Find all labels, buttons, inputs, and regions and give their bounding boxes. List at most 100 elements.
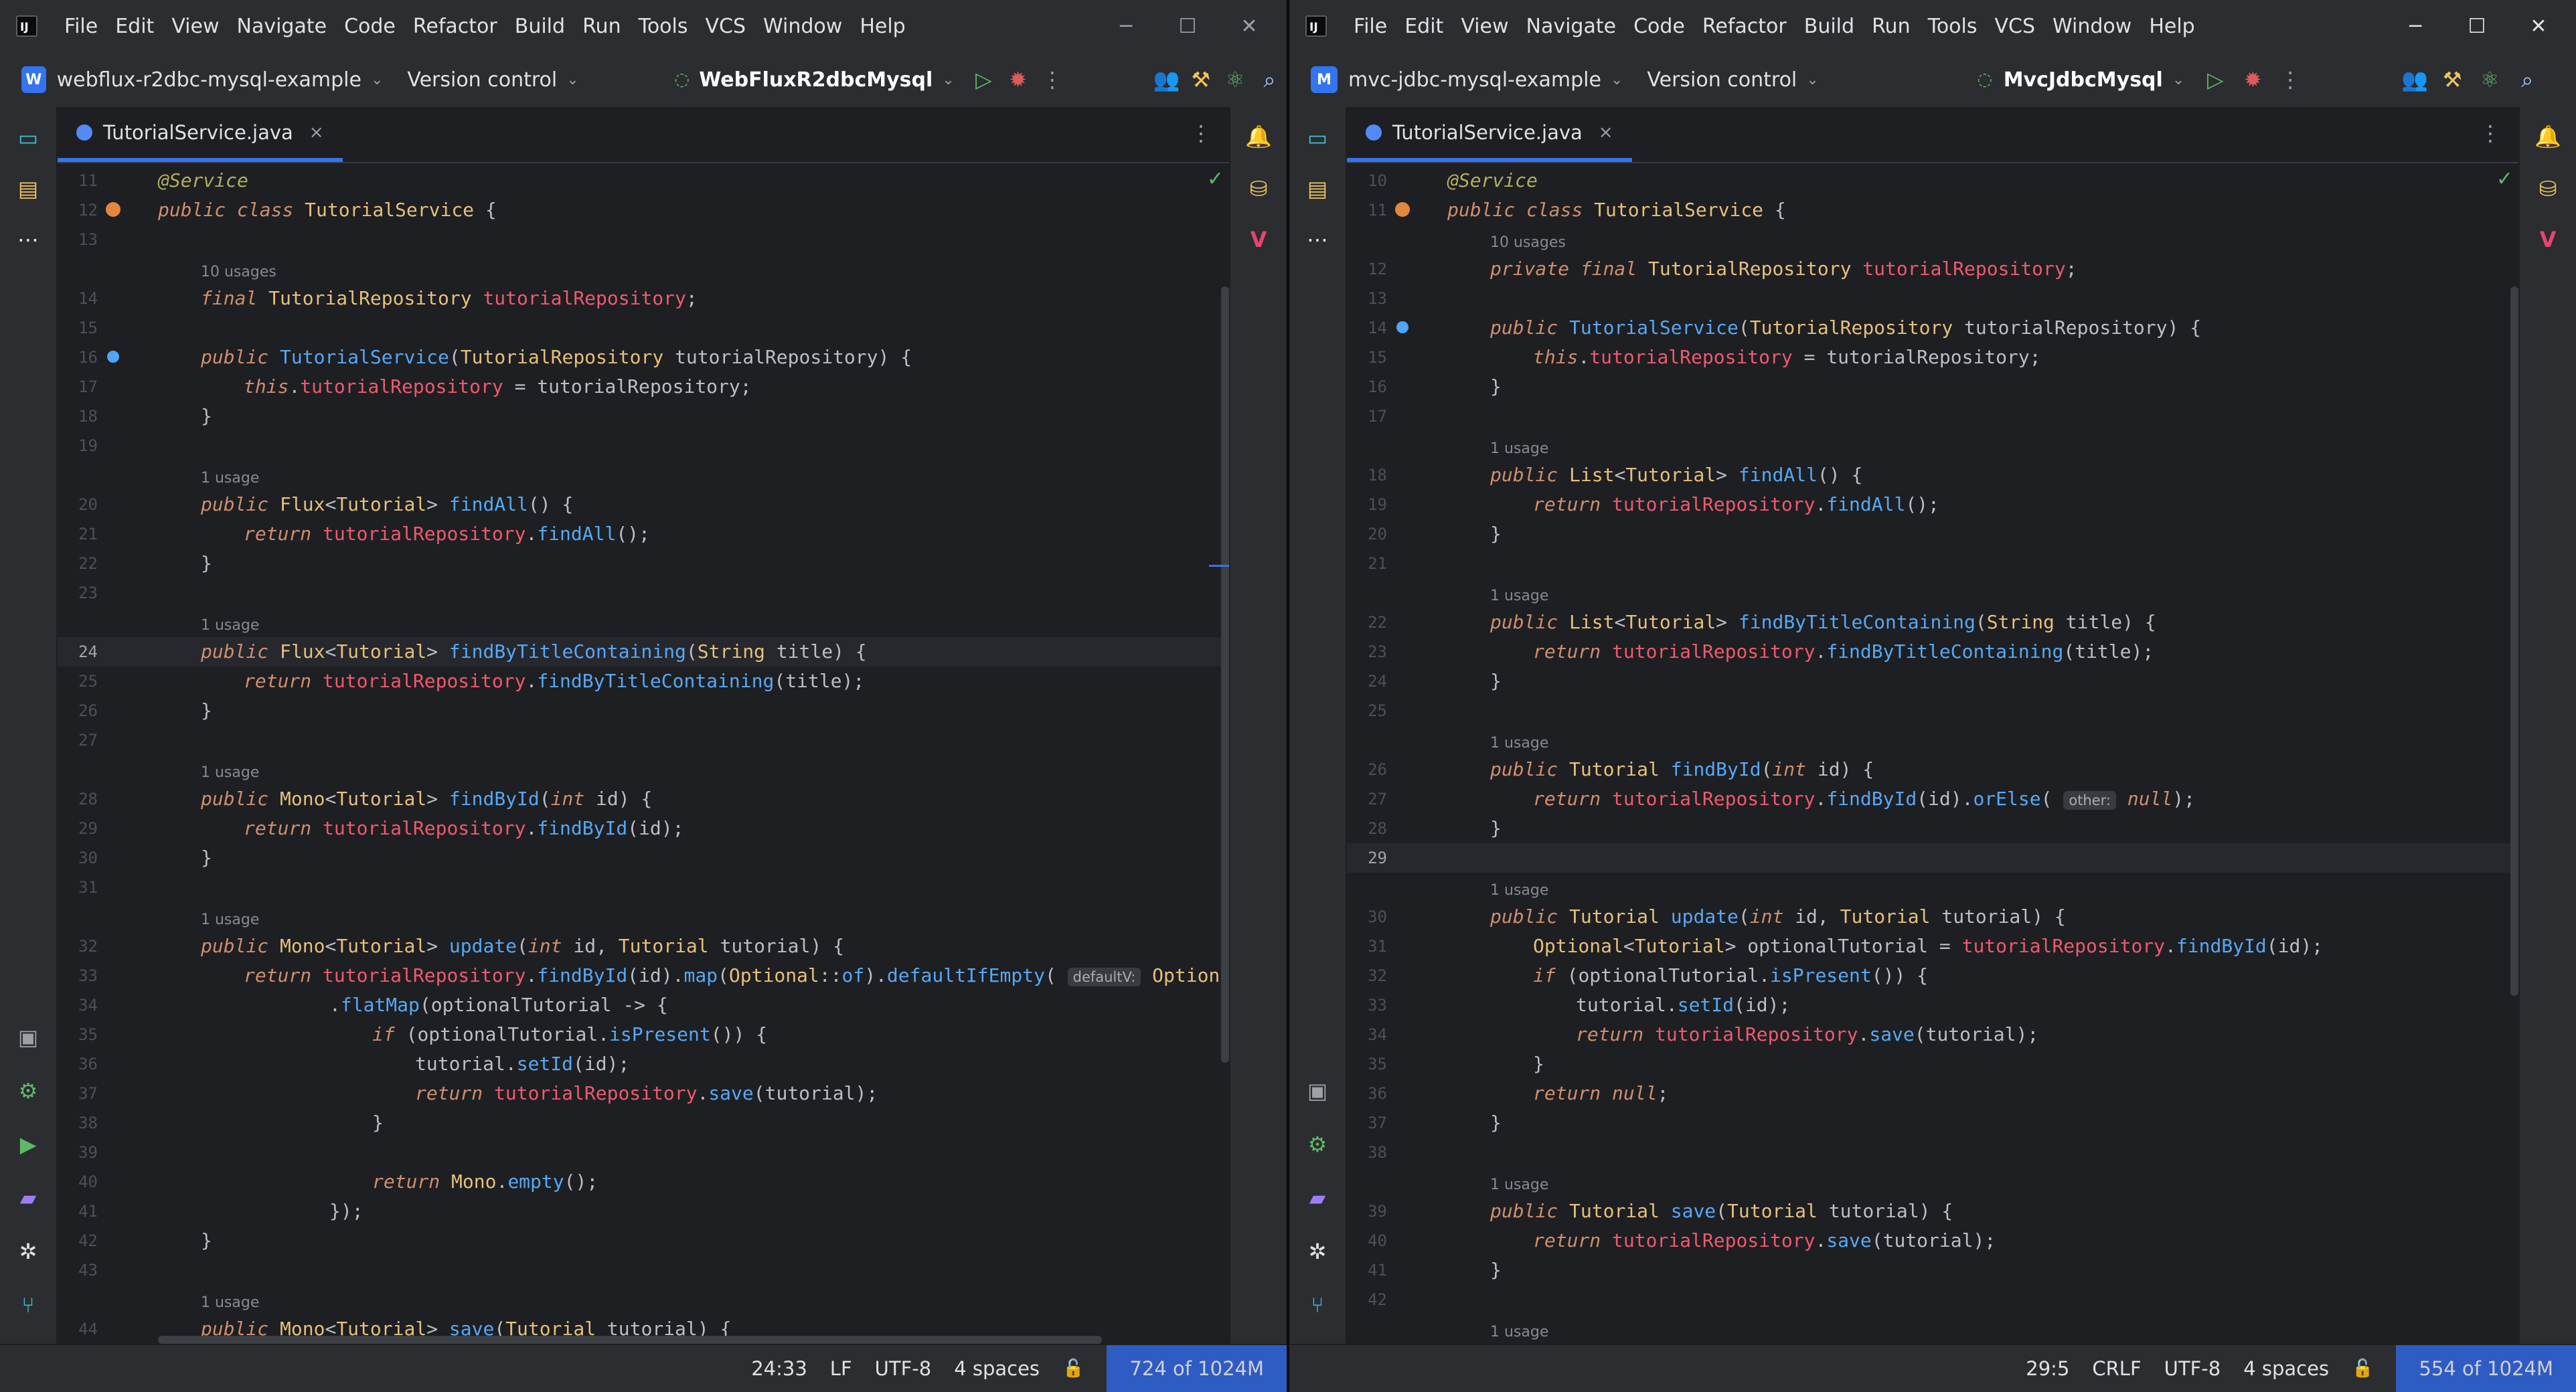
code-line[interactable]: 16 public TutorialService(TutorialReposit… xyxy=(58,343,1229,372)
run-icon[interactable]: ▷ xyxy=(2196,61,2234,98)
terminal-icon[interactable]: ▰ xyxy=(13,1183,43,1213)
code-line[interactable]: 39 public Tutorial save(Tutorial tutorial… xyxy=(1347,1197,2518,1226)
problems-icon[interactable]: ✲ xyxy=(1303,1237,1332,1266)
project-icon[interactable]: ▭ xyxy=(13,123,43,153)
usages-hint-text[interactable]: 1 usage xyxy=(1490,1324,1548,1340)
vue-icon[interactable]: V xyxy=(1244,225,1273,254)
caret-position[interactable]: 24:33 xyxy=(751,1357,807,1380)
tab-tutorialservice[interactable]: TutorialService.java × xyxy=(58,107,343,162)
menu-navigate[interactable]: Navigate xyxy=(1526,15,1617,38)
code-line[interactable]: 32 public Mono<Tutorial> update(int id, T… xyxy=(58,932,1229,961)
usages-hint-text[interactable]: 1 usage xyxy=(201,764,259,781)
lock-icon[interactable]: 🔓 xyxy=(2352,1359,2373,1379)
build-icon[interactable]: ⚒ xyxy=(1184,61,1218,98)
collab-icon[interactable]: 👥 xyxy=(1149,61,1184,98)
usages-hint[interactable]: 10 usages xyxy=(1347,230,2518,253)
usages-hint-text[interactable]: 1 usage xyxy=(201,911,259,928)
code-line[interactable]: 34 .flatMap(optionalTutorial -> { xyxy=(58,990,1229,1020)
version-control-menu[interactable]: Version control xyxy=(407,68,557,92)
close-icon[interactable]: × xyxy=(309,122,324,143)
chevron-down-icon[interactable]: ⌄ xyxy=(2172,72,2184,88)
menu-refactor[interactable]: Refactor xyxy=(413,15,497,38)
maximize-icon[interactable]: ☐ xyxy=(2446,15,2508,38)
vcs-commit-icon[interactable]: ◌ xyxy=(1966,61,2004,98)
minimize-icon[interactable]: ─ xyxy=(2385,15,2446,38)
intellij-logo-icon[interactable]: IJ xyxy=(16,15,37,37)
code-line[interactable]: 21 return tutorialRepository.findAll(); xyxy=(58,519,1229,549)
code-line[interactable]: 27 xyxy=(58,725,1229,755)
usages-hint-text[interactable]: 1 usage xyxy=(1490,735,1548,752)
code-line[interactable]: 11 public class TutorialService { xyxy=(1347,195,2518,225)
code-line[interactable]: 26} xyxy=(58,696,1229,725)
more-icon[interactable]: ⋮ xyxy=(2480,120,2501,146)
menu-run[interactable]: Run xyxy=(582,15,621,38)
menu-help[interactable]: Help xyxy=(860,15,905,38)
code-line[interactable]: 28 public Mono<Tutorial> findById(int id)… xyxy=(58,784,1229,814)
code-line[interactable]: 28} xyxy=(1347,814,2518,843)
ai-icon[interactable]: ⚛ xyxy=(2471,61,2508,98)
chevron-down-icon[interactable]: ⌄ xyxy=(1806,72,1818,88)
code-line[interactable]: 38} xyxy=(58,1108,1229,1138)
indent-setting[interactable]: 4 spaces xyxy=(2243,1357,2329,1380)
vertical-scrollbar[interactable] xyxy=(1221,286,1229,1063)
code-line[interactable]: 40 return tutorialRepository.save(tutoria… xyxy=(1347,1226,2518,1255)
project-badge[interactable]: W xyxy=(21,66,46,93)
spring-bean-icon[interactable] xyxy=(106,202,120,217)
menu-build[interactable]: Build xyxy=(1804,15,1854,38)
chevron-down-icon[interactable]: ⌄ xyxy=(1611,72,1623,88)
code-line[interactable]: 25 xyxy=(1347,696,2518,725)
usages-hint-text[interactable]: 10 usages xyxy=(1490,234,1566,251)
code-line[interactable]: 25 return tutorialRepository.findByTitleC… xyxy=(58,667,1229,696)
code-line[interactable]: 23 xyxy=(58,578,1229,608)
intellij-logo-icon[interactable]: IJ xyxy=(1305,15,1327,37)
database-icon[interactable]: ⛁ xyxy=(2533,174,2563,203)
usages-hint[interactable]: 1 usage xyxy=(1347,731,2518,754)
usages-hint-text[interactable]: 1 usage xyxy=(201,617,259,634)
caret-position[interactable]: 29:5 xyxy=(2026,1357,2069,1380)
line-separator[interactable]: LF xyxy=(830,1357,852,1380)
run-icon[interactable]: ▷ xyxy=(967,61,1001,98)
code-line[interactable]: 12 private final TutorialRepository tutor… xyxy=(1347,254,2518,284)
code-line[interactable]: 20 public Flux<Tutorial> findAll() { xyxy=(58,490,1229,519)
tab-tutorialservice[interactable]: TutorialService.java × xyxy=(1347,107,1632,162)
menu-edit[interactable]: Edit xyxy=(1404,15,1443,38)
debug-icon[interactable]: ✹ xyxy=(1001,61,1035,98)
run-configuration[interactable]: MvcJdbcMysql xyxy=(2004,68,2163,92)
structure-icon[interactable]: ▤ xyxy=(1303,174,1332,203)
usages-hint[interactable]: 1 usage xyxy=(1347,878,2518,901)
memory-indicator[interactable]: 554 of 1024M xyxy=(2396,1345,2576,1392)
code-editor[interactable]: ✓ 11 @Service 12 public class TutorialServi… xyxy=(58,163,1229,1345)
menu-edit[interactable]: Edit xyxy=(115,15,154,38)
close-window-icon[interactable]: ✕ xyxy=(1218,15,1280,38)
problems-icon[interactable]: ✲ xyxy=(13,1237,43,1266)
memory-indicator[interactable]: 724 of 1024M xyxy=(1107,1345,1287,1392)
menu-window[interactable]: Window xyxy=(2052,15,2131,38)
settings-icon[interactable]: ⚙ xyxy=(13,1076,43,1106)
code-line[interactable]: 32 if (optionalTutorial.isPresent()) { xyxy=(1347,961,2518,990)
usages-hint-text[interactable]: 1 usage xyxy=(201,1294,259,1311)
code-line[interactable]: 22} xyxy=(58,549,1229,578)
code-line[interactable]: 10 @Service xyxy=(1347,166,2518,195)
menu-tools[interactable]: Tools xyxy=(639,15,688,38)
code-line[interactable]: 30} xyxy=(58,843,1229,873)
file-encoding[interactable]: UTF-8 xyxy=(875,1357,932,1380)
menu-navigate[interactable]: Navigate xyxy=(237,15,327,38)
chevron-down-icon[interactable]: ⌄ xyxy=(942,72,954,88)
bean-injection-icon[interactable] xyxy=(1396,321,1408,333)
menu-view[interactable]: View xyxy=(1461,15,1508,38)
code-line[interactable]: 11 @Service xyxy=(58,166,1229,195)
usages-hint[interactable]: 1 usage xyxy=(1347,1172,2518,1195)
ai-icon[interactable]: ⚛ xyxy=(1218,61,1252,98)
project-badge[interactable]: M xyxy=(1311,66,1338,93)
usages-hint-text[interactable]: 1 usage xyxy=(1490,1177,1548,1193)
code-line[interactable]: 24} xyxy=(1347,667,2518,696)
code-line[interactable]: 13 xyxy=(58,225,1229,254)
menu-vcs[interactable]: VCS xyxy=(706,15,746,38)
code-line[interactable]: 30 public Tutorial update(int id, Tutoria… xyxy=(1347,902,2518,932)
close-icon[interactable]: × xyxy=(1599,122,1613,143)
code-line[interactable]: 12 public class TutorialService { xyxy=(58,195,1229,225)
project-icon[interactable]: ▭ xyxy=(1303,123,1332,153)
debug-icon[interactable]: ✹ xyxy=(2234,61,2271,98)
usages-hint-text[interactable]: 1 usage xyxy=(1490,588,1548,604)
minimize-icon[interactable]: ─ xyxy=(1095,15,1157,38)
